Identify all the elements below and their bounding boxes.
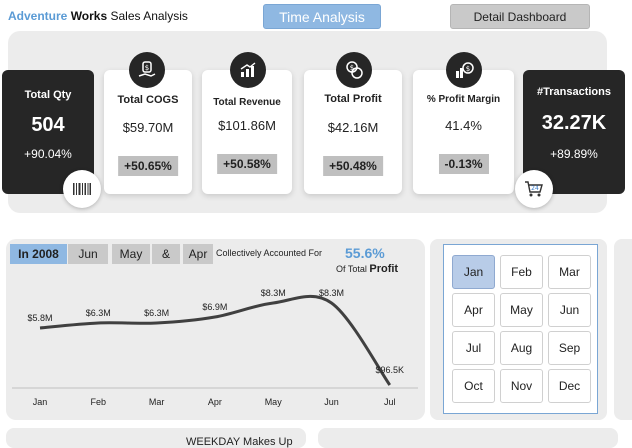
month-button-dec[interactable]: Dec xyxy=(548,369,591,403)
svg-text:$: $ xyxy=(145,64,149,72)
filter-apr-button[interactable]: Apr xyxy=(183,244,213,264)
year-filter-button[interactable]: In 2008 xyxy=(10,244,67,264)
percent-share: 55.6% xyxy=(345,245,385,261)
shopping-cart-icon: 24 xyxy=(515,170,553,208)
month-button-feb[interactable]: Feb xyxy=(500,255,543,289)
kpi-total-revenue-label: Total Revenue xyxy=(213,97,281,108)
profit-trend-chart: $5.8M Jan $6.3M Feb $6.3M Mar $6.9M Apr $8.3M May… xyxy=(12,288,418,407)
title-works: Works xyxy=(70,9,108,23)
x-tick-may: May xyxy=(265,397,283,407)
month-button-sep[interactable]: Sep xyxy=(548,331,591,365)
month-button-apr[interactable]: Apr xyxy=(452,293,495,327)
month-button-jan[interactable]: Jan xyxy=(452,255,495,289)
kpi-total-cogs-value: $59.70M xyxy=(122,120,174,135)
right-panel-edge xyxy=(614,239,632,420)
kpi-transactions-label: #Transactions xyxy=(537,86,611,98)
weekday-heading: WEEKDAY Makes Up xyxy=(186,436,293,448)
growth-chart-icon xyxy=(230,52,266,88)
data-label-may: $8.3M xyxy=(261,288,286,298)
x-tick-feb: Feb xyxy=(91,397,107,407)
kpi-profit-margin-card: % Profit Margin 41.4% -0.13% xyxy=(413,70,514,194)
dashboard-title: Adventure Works Sales Analysis xyxy=(8,9,188,23)
x-tick-jan: Jan xyxy=(33,397,48,407)
month-button-may[interactable]: May xyxy=(500,293,543,327)
detail-dashboard-button[interactable]: Detail Dashboard xyxy=(450,4,590,29)
x-tick-jul: Jul xyxy=(384,397,396,407)
month-button-aug[interactable]: Aug xyxy=(500,331,543,365)
kpi-total-revenue-value: $101.86M xyxy=(218,118,276,133)
kpi-total-qty-value: 504 xyxy=(31,114,65,136)
data-label-feb: $6.3M xyxy=(86,308,111,318)
kpi-total-cogs-label: Total COGS xyxy=(117,94,179,106)
kpi-total-profit-change: +50.48% xyxy=(323,156,383,176)
kpi-transactions-change: +89.89% xyxy=(550,147,598,161)
dollar-growth-icon: $ xyxy=(446,52,482,88)
svg-text:$: $ xyxy=(350,64,354,72)
money-hand-icon: $ xyxy=(129,52,165,88)
filter-ampersand: & xyxy=(152,244,180,264)
coins-icon: $ xyxy=(336,52,372,88)
svg-text:24: 24 xyxy=(531,185,539,192)
kpi-profit-margin-label: % Profit Margin xyxy=(426,94,501,105)
data-label-jan: $5.8M xyxy=(27,313,52,323)
title-adventure: Adventure xyxy=(8,9,68,23)
title-sales-analysis: Sales Analysis xyxy=(110,9,188,23)
kpi-total-qty-change: +90.04% xyxy=(24,147,72,161)
filter-jun-button[interactable]: Jun xyxy=(68,244,108,264)
month-slicer: Jan Feb Mar Apr May Jun Jul Aug Sep Oct Nov Dec xyxy=(443,244,598,414)
kpi-total-profit-label: Total Profit xyxy=(324,93,382,105)
month-button-jun[interactable]: Jun xyxy=(548,293,591,327)
month-button-oct[interactable]: Oct xyxy=(452,369,495,403)
data-label-jul: $96.5K xyxy=(376,365,405,375)
x-tick-apr: Apr xyxy=(208,397,222,407)
data-label-jun: $8.3M xyxy=(319,288,344,298)
kpi-total-revenue-change: +50.58% xyxy=(217,154,277,174)
month-button-mar[interactable]: Mar xyxy=(548,255,591,289)
svg-text:$: $ xyxy=(466,65,470,73)
kpi-total-revenue-card: Total Revenue $101.86M +50.58% xyxy=(202,70,292,194)
bottom-right-panel xyxy=(318,428,618,448)
kpi-transactions-value: 32.27K xyxy=(541,112,607,134)
kpi-total-profit-card: Total Profit $42.16M +50.48% xyxy=(304,70,402,194)
kpi-profit-margin-value: 41.4% xyxy=(445,118,482,133)
filter-may-button[interactable]: May xyxy=(112,244,150,264)
data-label-mar: $6.3M xyxy=(144,308,169,318)
time-analysis-button[interactable]: Time Analysis xyxy=(263,4,381,29)
month-button-nov[interactable]: Nov xyxy=(500,369,543,403)
x-tick-jun: Jun xyxy=(324,397,339,407)
collectively-text: Collectively Accounted For xyxy=(216,248,323,258)
kpi-profit-margin-change: -0.13% xyxy=(438,154,489,174)
barcode-icon xyxy=(63,170,101,208)
x-tick-mar: Mar xyxy=(149,397,165,407)
data-label-apr: $6.9M xyxy=(202,302,227,312)
kpi-total-profit-value: $42.16M xyxy=(327,120,379,135)
kpi-total-cogs-card: Total COGS $59.70M +50.65% xyxy=(104,70,192,194)
month-button-jul[interactable]: Jul xyxy=(452,331,495,365)
kpi-total-qty-label: Total Qty xyxy=(24,89,72,101)
kpi-total-cogs-change: +50.65% xyxy=(118,156,178,176)
